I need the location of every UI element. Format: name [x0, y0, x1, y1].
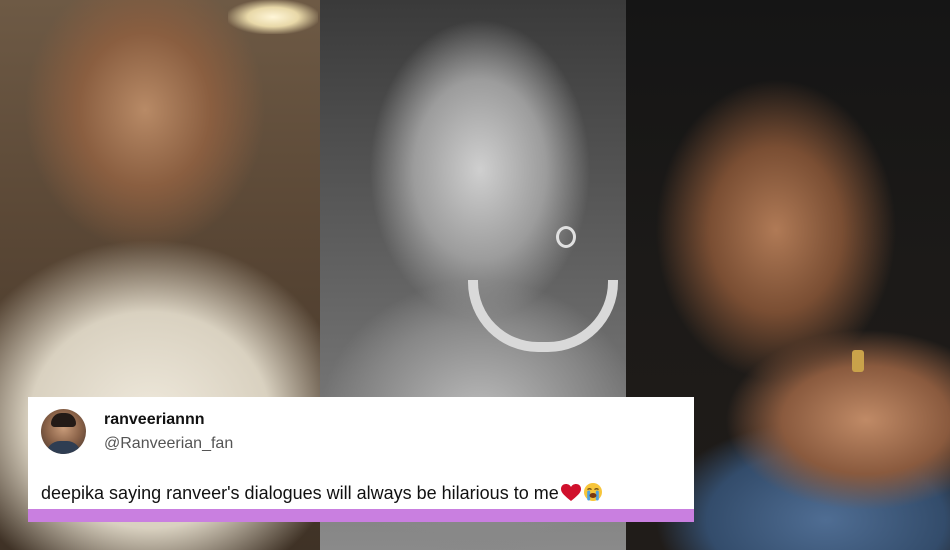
tweet-handle[interactable]: @Ranveerian_fan: [104, 435, 233, 453]
red-heart-icon: [560, 484, 581, 501]
avatar-shirt: [46, 441, 81, 454]
avatar-hair: [51, 413, 76, 427]
tweet-card-accent-bar: [28, 509, 694, 522]
avatar[interactable]: [41, 409, 86, 454]
loudly-crying-face-icon: [583, 483, 602, 501]
chain-necklace: [468, 280, 618, 352]
tweet-display-name[interactable]: ranveeriannn: [104, 411, 204, 429]
tweet-text-body: deepika saying ranveer's dialogues will …: [41, 483, 559, 503]
chandelier-light: [228, 0, 318, 34]
gold-ring: [852, 350, 864, 372]
tweet-text: deepika saying ranveer's dialogues will …: [41, 482, 603, 504]
earring: [556, 226, 576, 248]
